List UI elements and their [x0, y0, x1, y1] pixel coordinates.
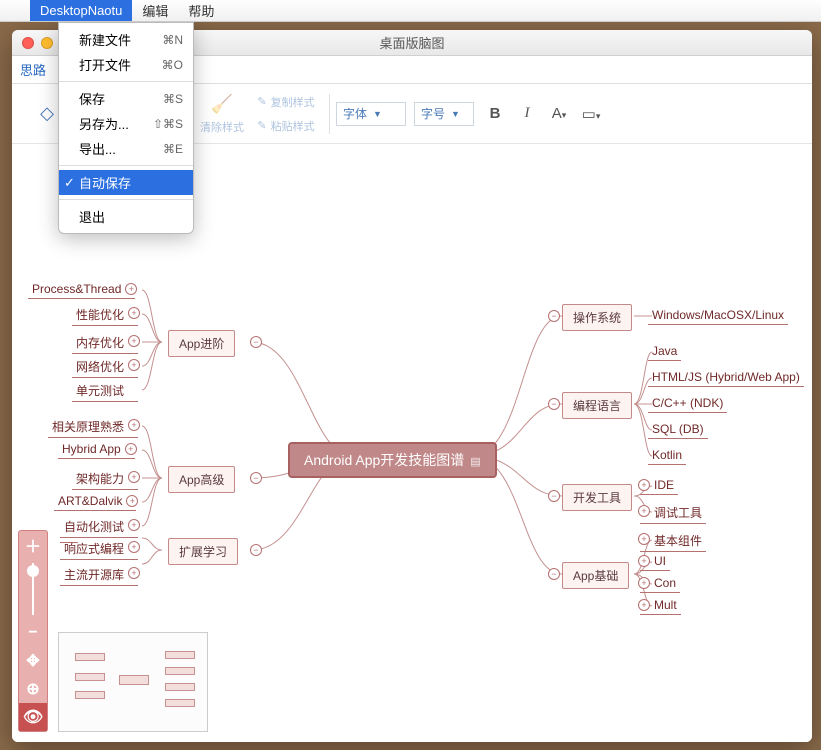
chevron-down-icon: ▼ — [451, 109, 460, 119]
leaf[interactable]: Process&Thread+ — [28, 280, 135, 299]
font-size-select[interactable]: 字号▼ — [414, 102, 474, 126]
leaf[interactable]: 主流开源库+ — [60, 564, 138, 586]
node-extend[interactable]: 扩展学习 — [168, 538, 238, 565]
zoom-in-button[interactable]: ＋ — [19, 531, 47, 559]
font-family-select[interactable]: 字体▼ — [336, 102, 406, 126]
expand-icon[interactable]: + — [638, 533, 650, 545]
expand-icon[interactable]: + — [128, 519, 140, 531]
menu-open-file[interactable]: 打开文件⌘O — [59, 52, 193, 77]
font-color-button[interactable]: A▾ — [548, 105, 570, 122]
preview-toggle-button[interactable]: 👁 — [19, 703, 47, 731]
node-app-advance[interactable]: App进阶 — [168, 330, 235, 357]
expand-port[interactable]: − — [250, 472, 262, 484]
sidebar-tab-silu[interactable]: 思路 — [20, 60, 46, 79]
leaf[interactable]: 单元测试 — [72, 380, 138, 402]
note-icon[interactable]: ▤ — [470, 455, 480, 468]
leaf[interactable]: ART&Dalvik+ — [54, 492, 136, 511]
expand-port[interactable]: − — [548, 310, 560, 322]
menubar-edit[interactable]: 编辑 — [132, 0, 178, 21]
leaf[interactable]: 相关原理熟悉+ — [48, 416, 138, 438]
leaf[interactable]: +Con — [640, 574, 680, 593]
expand-icon[interactable]: + — [128, 307, 140, 319]
expand-icon[interactable]: + — [128, 471, 140, 483]
expand-icon[interactable]: + — [638, 555, 650, 567]
minimize-window-button[interactable] — [41, 37, 53, 49]
tool-clear-style[interactable]: 🧹 清除样式 — [195, 89, 249, 139]
menu-save-as[interactable]: 另存为...⇧⌘S — [59, 111, 193, 136]
paste-style-icon: ✎ — [257, 119, 266, 132]
node-central[interactable]: Android App开发技能图谱▤ — [288, 442, 497, 478]
menu-save[interactable]: 保存⌘S — [59, 86, 193, 111]
node-icon: ◇ — [35, 102, 59, 126]
zoom-slider[interactable] — [19, 559, 47, 619]
tool-copy-paste-style: ✎复制样式 ✎粘贴样式 — [249, 89, 323, 139]
node-lang[interactable]: 编程语言 — [562, 392, 632, 419]
app-dropdown-menu: 新建文件⌘N 打开文件⌘O 保存⌘S 另存为...⇧⌘S 导出...⌘E ✓自动… — [58, 22, 194, 234]
zoom-slider-handle[interactable] — [27, 565, 39, 577]
clear-style-icon: 🧹 — [210, 93, 234, 117]
expand-icon[interactable]: + — [125, 443, 137, 455]
expand-port[interactable]: − — [548, 568, 560, 580]
copy-style[interactable]: ✎复制样式 — [257, 91, 314, 113]
expand-icon[interactable]: + — [126, 495, 138, 507]
locate-button[interactable]: ⊕ — [19, 675, 47, 703]
leaf[interactable]: +基本组件 — [640, 530, 706, 552]
copy-style-icon: ✎ — [257, 95, 266, 108]
italic-button[interactable]: I — [516, 105, 538, 122]
menubar-help[interactable]: 帮助 — [178, 0, 224, 21]
node-tools[interactable]: 开发工具 — [562, 484, 632, 511]
expand-icon[interactable]: + — [128, 567, 140, 579]
leaf[interactable]: 自动化测试+ — [60, 516, 138, 538]
leaf[interactable]: +Mult — [640, 596, 681, 615]
bold-button[interactable]: B — [484, 105, 506, 122]
node-os[interactable]: 操作系统 — [562, 304, 632, 331]
chevron-down-icon: ▼ — [373, 109, 382, 119]
fill-color-button[interactable]: ▭▾ — [580, 105, 602, 123]
minimap[interactable] — [58, 632, 208, 732]
leaf[interactable]: 内存优化+ — [72, 332, 138, 354]
leaf[interactable]: Java — [648, 342, 681, 361]
expand-icon[interactable]: + — [125, 283, 137, 295]
check-icon: ✓ — [64, 175, 75, 191]
leaf[interactable]: +UI — [640, 552, 670, 571]
leaf[interactable]: Kotlin — [648, 446, 686, 465]
paste-style[interactable]: ✎粘贴样式 — [257, 115, 314, 137]
node-basic[interactable]: App基础 — [562, 562, 629, 589]
menu-export[interactable]: 导出...⌘E — [59, 136, 193, 161]
expand-port[interactable]: − — [250, 336, 262, 348]
expand-icon[interactable]: + — [638, 577, 650, 589]
expand-icon[interactable]: + — [638, 479, 650, 491]
leaf[interactable]: HTML/JS (Hybrid/Web App) — [648, 368, 804, 387]
expand-port[interactable]: − — [548, 398, 560, 410]
close-window-button[interactable] — [22, 37, 34, 49]
leaf[interactable]: SQL (DB) — [648, 420, 708, 439]
menu-new-file[interactable]: 新建文件⌘N — [59, 27, 193, 52]
zoom-out-button[interactable]: − — [19, 619, 47, 647]
move-button[interactable]: ✥ — [19, 647, 47, 675]
expand-icon[interactable]: + — [128, 419, 140, 431]
menu-quit[interactable]: 退出 — [59, 204, 193, 229]
leaf[interactable]: Windows/MacOSX/Linux — [648, 306, 788, 325]
expand-icon[interactable]: + — [638, 599, 650, 611]
leaf[interactable]: 架构能力+ — [72, 468, 138, 490]
menu-auto-save[interactable]: ✓自动保存 — [59, 170, 193, 195]
expand-port[interactable]: − — [548, 490, 560, 502]
expand-port[interactable]: − — [250, 544, 262, 556]
expand-icon[interactable]: + — [128, 335, 140, 347]
leaf[interactable]: 性能优化+ — [72, 304, 138, 326]
expand-icon[interactable]: + — [638, 505, 650, 517]
leaf[interactable]: C/C++ (NDK) — [648, 394, 727, 413]
menubar-app[interactable]: DesktopNaotu — [30, 0, 132, 21]
expand-icon[interactable]: + — [128, 359, 140, 371]
node-app-senior[interactable]: App高级 — [168, 466, 235, 493]
leaf[interactable]: 网络优化+ — [72, 356, 138, 378]
leaf[interactable]: +IDE — [640, 476, 678, 495]
leaf[interactable]: 响应式编程+ — [60, 538, 138, 560]
expand-icon[interactable]: + — [128, 541, 140, 553]
leaf[interactable]: Hybrid App+ — [58, 440, 135, 459]
zoom-control: ＋ − ✥ ⊕ 👁 — [18, 530, 48, 732]
leaf[interactable]: +调试工具 — [640, 502, 706, 524]
